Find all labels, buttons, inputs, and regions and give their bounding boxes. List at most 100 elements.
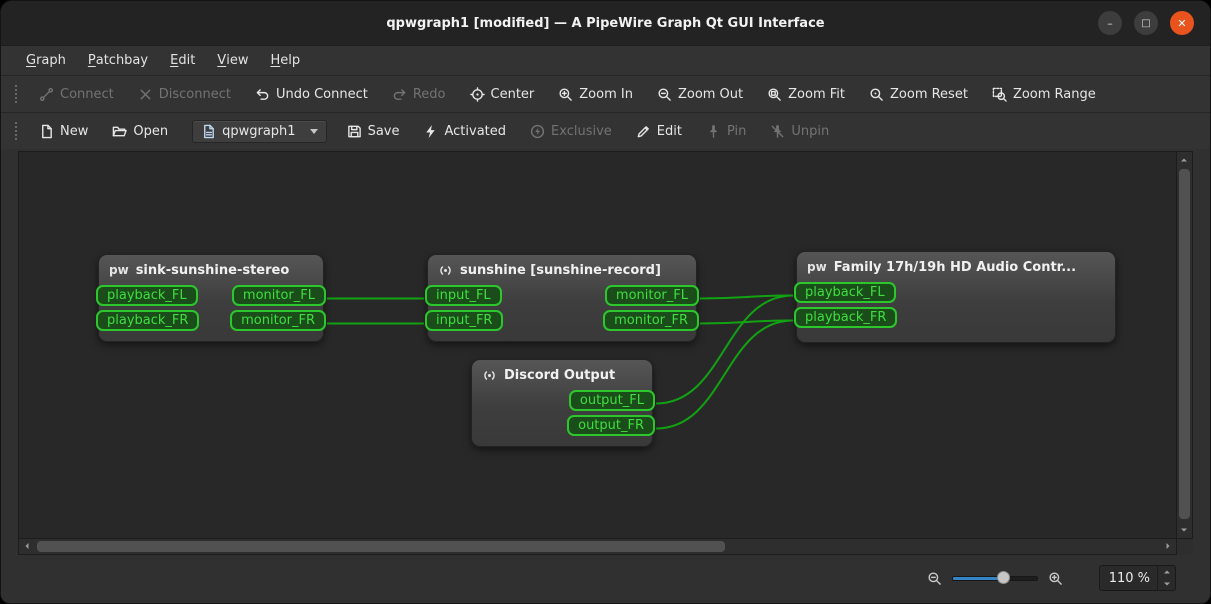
port-input_FR[interactable]: input_FR [425,310,503,331]
toolbar-button-save[interactable]: Save [337,119,410,144]
menu-view[interactable]: View [206,46,259,75]
toolbar-button-zoom-reset[interactable]: Zoom Reset [859,82,978,107]
node-sunshine[interactable]: sunshine [sunshine-record]input_FLmonito… [427,254,697,342]
toolbar-button-zoom-range[interactable]: Zoom Range [982,82,1106,107]
horizontal-scrollbar-thumb[interactable] [37,541,725,552]
graph-canvas[interactable]: pwsink-sunshine-stereoplayback_FLmonitor… [18,151,1177,539]
toolbar-button-zoom-fit[interactable]: Zoom Fit [757,82,855,107]
spin-up-button[interactable] [1158,566,1175,578]
toolbar-button-unpin[interactable]: Unpin [760,119,839,144]
toolbar-drag-handle[interactable] [13,84,19,104]
port-input_FL[interactable]: input_FL [425,285,502,306]
zoom-spinbox[interactable]: 110 % [1099,565,1176,591]
toolbar-label: Open [133,124,168,139]
media-icon [438,263,453,278]
patchbay-select[interactable]: qpwgraph1 [192,120,326,143]
toolbar-button-connect[interactable]: Connect [29,82,124,107]
toolbar-button-zoom-in[interactable]: Zoom In [548,82,643,107]
media-icon [482,368,497,383]
app-window: qpwgraph1 [modified] — A PipeWire Graph … [0,0,1211,604]
center-icon [470,87,485,102]
zoom-out-icon [657,87,672,102]
patchbay-file-icon [201,124,216,139]
toolbar-button-pin[interactable]: Pin [696,119,756,144]
toolbar-label: Activated [444,124,506,139]
toolbar-button-edit[interactable]: Edit [626,119,692,144]
port-playback_FR[interactable]: playback_FR [794,307,897,328]
zoom-slider-handle[interactable] [997,571,1010,584]
scroll-up-button[interactable] [1177,153,1191,167]
node-sink-sunshine-stereo[interactable]: pwsink-sunshine-stereoplayback_FLmonitor… [98,254,324,342]
port-monitor_FR[interactable]: monitor_FR [603,310,699,331]
toolbar-button-center[interactable]: Center [460,82,545,107]
toolbar-patchbay-tools: New Open qpwgraph1 Save Activated ExclusiveEd… [1,112,1210,149]
undo-icon [255,87,270,102]
horizontal-scrollbar[interactable] [18,539,1177,555]
toolbar-label: Zoom Range [1013,87,1096,102]
zoom-in-small-icon[interactable] [1048,571,1063,586]
port-playback_FR[interactable]: playback_FR [96,310,199,331]
port-monitor_FR[interactable]: monitor_FR [230,310,326,331]
menu-edit[interactable]: Edit [159,46,206,75]
spin-down-button[interactable] [1158,578,1175,590]
scroll-right-button[interactable] [1161,539,1175,553]
zoom-slider-track[interactable] [952,576,1038,581]
toolbar-button-activated[interactable]: Activated [413,119,516,144]
node-discord-output[interactable]: Discord Outputoutput_FLoutput_FR [471,359,653,447]
zoom-out-small-icon[interactable] [927,571,942,586]
port-spacer [1107,307,1115,328]
port-playback_FL[interactable]: playback_FL [96,285,198,306]
maximize-button[interactable]: □ [1134,11,1158,35]
activated-icon [423,124,438,139]
toolbar-button-redo[interactable]: Redo [382,82,456,107]
port-spacer [472,415,480,436]
toolbar-button-undo-connect[interactable]: Undo Connect [245,82,378,107]
toolbars: ConnectDisconnectUndo ConnectRedoCenter Z… [1,75,1210,149]
menu-patchbay[interactable]: Patchbay [77,46,159,75]
toolbar-button-disconnect[interactable]: Disconnect [128,82,241,107]
toolbar-label: qpwgraph1 [222,124,295,139]
port-monitor_FL[interactable]: monitor_FL [232,285,326,306]
toolbar-label: New [60,124,88,139]
toolbar-label: Zoom Fit [788,87,845,102]
port-output_FL[interactable]: output_FL [569,390,655,411]
vertical-scrollbar[interactable] [1177,151,1193,539]
zoom-in-icon [558,87,573,102]
port-output_FR[interactable]: output_FR [567,415,655,436]
vertical-scrollbar-thumb[interactable] [1179,169,1190,519]
scroll-down-button[interactable] [1177,523,1191,537]
titlebar[interactable]: qpwgraph1 [modified] — A PipeWire Graph … [1,1,1210,45]
toolbar-button-exclusive[interactable]: Exclusive [520,119,622,144]
toolbar-button-open[interactable]: Open [102,119,178,144]
zoom-slider-fill [953,577,1003,580]
menu-help[interactable]: Help [259,46,311,75]
zoom-value: 110 % [1108,571,1150,586]
node-title: sunshine [sunshine-record] [428,255,696,285]
toolbar-label: Zoom In [579,87,633,102]
port-monitor_FL[interactable]: monitor_FL [605,285,699,306]
scroll-left-button[interactable] [20,539,34,553]
menu-graph[interactable]: Graph [15,46,77,75]
central-area: pwsink-sunshine-stereoplayback_FLmonitor… [1,149,1210,557]
minimize-button[interactable]: – [1098,11,1122,35]
save-icon [347,124,362,139]
toolbar-drag-handle[interactable] [13,121,19,141]
toolbar-button-zoom-out[interactable]: Zoom Out [647,82,753,107]
open-icon [112,124,127,139]
exclusive-icon [530,124,545,139]
zoom-slider[interactable] [952,569,1038,587]
toolbar-button-new[interactable]: New [29,119,98,144]
node-family-audio[interactable]: pwFamily 17h/19h HD Audio Contr...playba… [796,251,1116,343]
toolbar-label: Pin [727,124,746,139]
toolbar-label: Save [368,124,400,139]
redo-icon [392,87,407,102]
zoom-fit-icon [767,87,782,102]
port-playback_FL[interactable]: playback_FL [794,282,896,303]
zoom-range-icon [992,87,1007,102]
close-button[interactable]: ✕ [1170,11,1194,35]
node-title: pwsink-sunshine-stereo [99,255,323,285]
statusbar: 110 % [1,557,1210,603]
window-title: qpwgraph1 [modified] — A PipeWire Graph … [386,16,824,31]
canvas-wrap: pwsink-sunshine-stereoplayback_FLmonitor… [18,151,1193,555]
zoom-reset-icon [869,87,884,102]
